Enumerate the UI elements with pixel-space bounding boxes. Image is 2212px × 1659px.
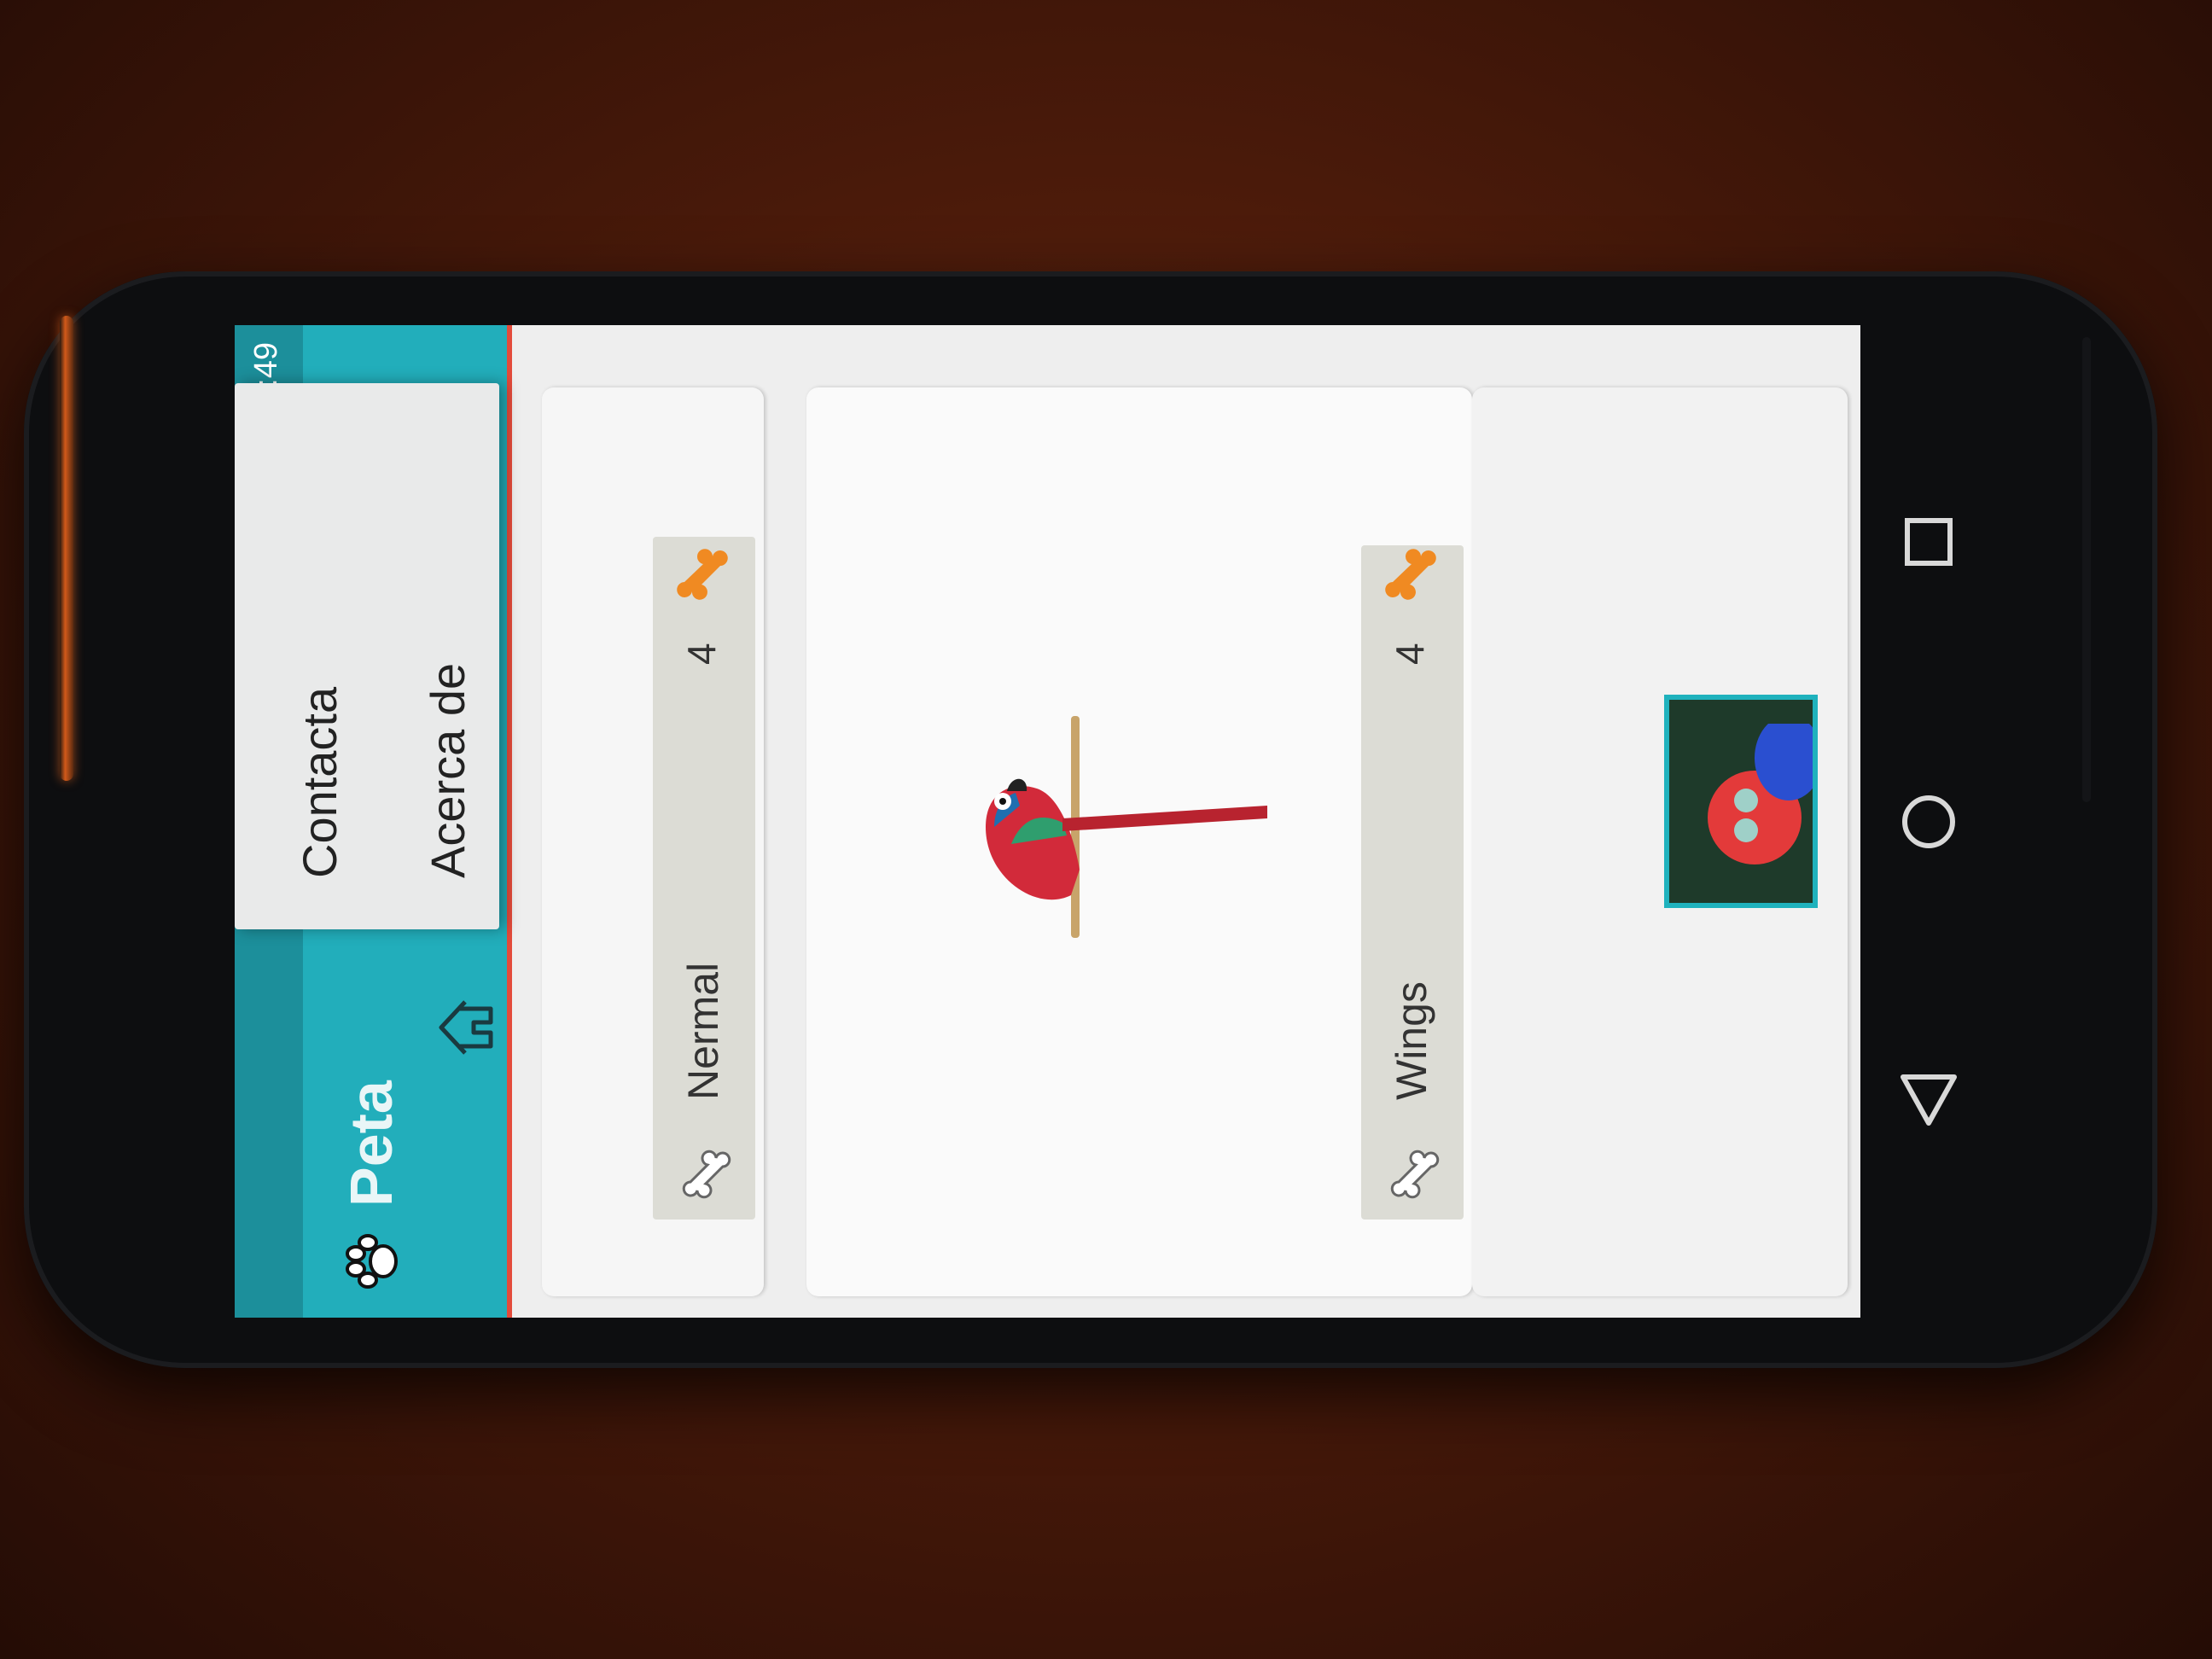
bone-outline-icon[interactable] — [1387, 1146, 1443, 1202]
floating-thumbnail[interactable] — [1664, 695, 1818, 908]
back-icon[interactable] — [1896, 1067, 1961, 1132]
bone-outline-icon[interactable] — [678, 1146, 735, 1202]
bone-orange-icon — [1385, 549, 1436, 600]
app-bar-accent-line — [507, 325, 512, 1318]
pet-rating-count: 4 — [1388, 643, 1432, 665]
pet-rating-count: 4 — [679, 643, 724, 665]
pet-card[interactable]: Nermal 4 — [542, 387, 764, 1296]
pet-name: Nermal — [679, 962, 727, 1100]
app-content: 1:49 Peta Contacta Acerca de Nermal 4 Wi… — [235, 325, 1860, 1318]
home-circle-icon[interactable] — [1896, 789, 1961, 854]
bone-orange-icon — [677, 549, 728, 600]
overflow-menu: Contacta Acerca de — [235, 383, 499, 929]
earpiece-speaker — [60, 316, 73, 781]
pet-photo — [986, 716, 1267, 938]
thumbnail-image — [1686, 724, 1814, 877]
menu-item-contacta[interactable]: Contacta — [269, 687, 371, 878]
device-screen: 1:49 Peta Contacta Acerca de Nermal 4 Wi… — [235, 325, 1860, 1318]
pet-name: Wings — [1388, 981, 1435, 1100]
menu-item-acerca-de[interactable]: Acerca de — [397, 663, 499, 878]
paw-icon[interactable] — [339, 1227, 407, 1295]
home-icon[interactable] — [431, 993, 499, 1062]
pet-card[interactable]: Wings 4 — [806, 387, 1472, 1296]
bottom-speaker — [2082, 337, 2091, 802]
recents-icon[interactable] — [1899, 512, 1959, 572]
card-caption: Nermal 4 — [653, 537, 755, 1220]
app-title: Peta — [338, 1080, 405, 1207]
card-caption: Wings 4 — [1361, 545, 1464, 1220]
